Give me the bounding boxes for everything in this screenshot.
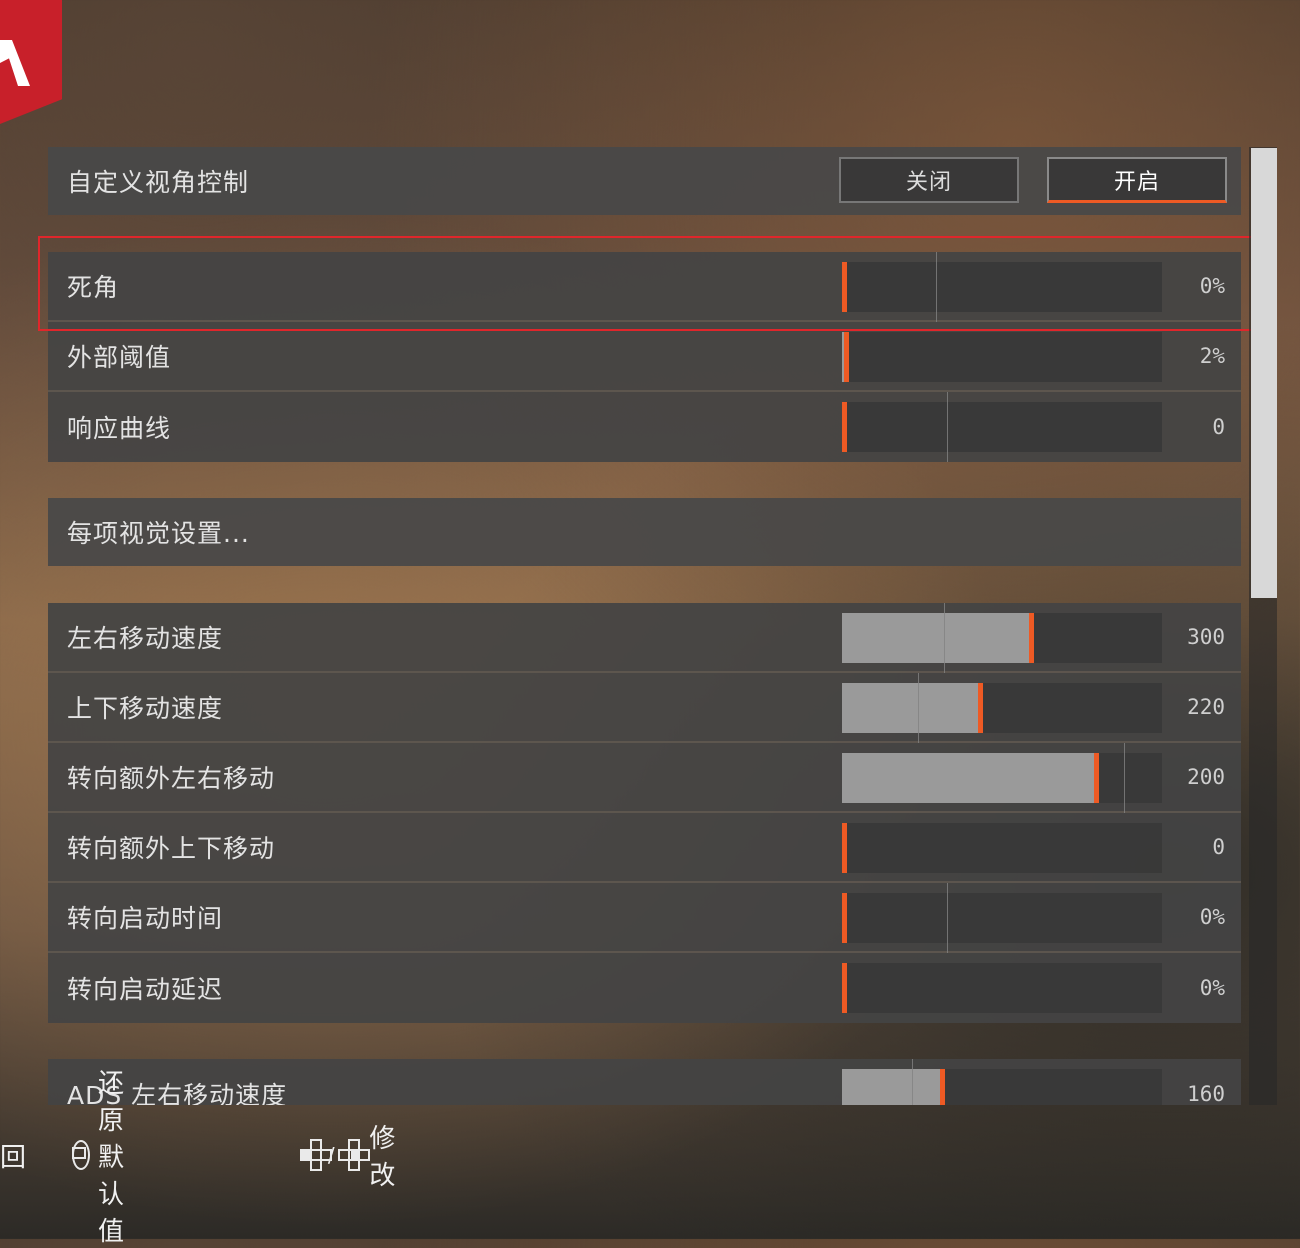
modify-hint[interactable]: / 修改 [300,1118,410,1192]
toggle-on-button[interactable]: 开启 [1047,157,1227,203]
setting-row-response-curve[interactable]: 响应曲线 0 [48,392,1241,462]
pitch-speed-slider[interactable] [842,673,1162,743]
setting-row-pitch-speed[interactable]: 上下移动速度 220 [48,673,1241,743]
slider-handle[interactable] [978,683,983,733]
per-weapon-settings-button[interactable]: 每项视觉设置... [48,498,1241,566]
setting-value: 160 [1187,1082,1225,1105]
setting-label: 转向额外上下移动 [67,834,276,863]
dpad-left-icon [300,1139,332,1171]
deadzone-slider[interactable] [842,252,1162,322]
setting-value: 2% [1199,344,1225,368]
default-tick [947,883,948,953]
setting-row-turn-ramp-delay[interactable]: 转向启动延迟 0% [48,953,1241,1023]
slider-handle[interactable] [842,262,847,312]
setting-row-turn-extra-yaw[interactable]: 转向额外左右移动 200 [48,743,1241,813]
default-tick [918,673,919,743]
default-tick [944,603,945,673]
reset-defaults-hint[interactable]: 还原默认值 [72,1063,136,1248]
slider-handle[interactable] [842,402,847,452]
setting-row-yaw-speed[interactable]: 左右移动速度 300 [48,603,1241,673]
turn-ramp-delay-slider[interactable] [842,963,1162,1013]
setting-label: 左右移动速度 [67,624,224,653]
back-label: 回 [0,1142,27,1173]
slider-fill [842,1069,942,1105]
reset-defaults-label: 还原默认值 [98,1068,125,1247]
toggle-off-button[interactable]: 关闭 [839,157,1019,203]
setting-label: 转向启动时间 [67,904,224,933]
modify-label: 修改 [369,1124,396,1191]
setting-value: 0 [1212,835,1225,859]
slider-handle[interactable] [842,823,847,873]
setting-label: 响应曲线 [67,414,172,443]
dpad-right-icon [337,1139,370,1171]
setting-value: 0% [1199,976,1225,1000]
outer-threshold-slider[interactable] [842,332,1162,382]
per-weapon-settings-label: 每项视觉设置... [67,519,250,548]
setting-label: 外部阈值 [67,343,172,372]
back-hint[interactable]: 回 [0,1137,26,1174]
turn-ramp-time-slider[interactable] [842,883,1162,953]
setting-row-deadzone[interactable]: 死角 0% [48,252,1241,322]
setting-row-ads-yaw-speed[interactable]: ADS 左右移动速度 160 [48,1059,1241,1105]
custom-look-controls-row: 自定义视角控制 关闭 开启 [48,147,1241,215]
setting-value: 220 [1187,695,1225,719]
slider-fill [842,613,1030,663]
setting-value: 0 [1212,415,1225,439]
slider-fill [842,753,1096,803]
ads-yaw-speed-slider[interactable] [842,1059,1162,1105]
scrollbar-thumb[interactable] [1251,148,1277,598]
setting-value: 0% [1199,905,1225,929]
response-curve-slider[interactable] [842,392,1162,462]
slider-fill [842,683,979,733]
turn-extra-yaw-slider[interactable] [842,743,1162,813]
default-tick [912,1059,913,1105]
turn-extra-pitch-slider[interactable] [842,823,1162,873]
slider-handle[interactable] [1029,613,1034,663]
slider-handle[interactable] [844,332,849,382]
setting-value: 200 [1187,765,1225,789]
slider-handle[interactable] [1094,753,1099,803]
setting-label: 上下移动速度 [67,694,224,723]
slider-handle[interactable] [842,963,847,1013]
setting-row-turn-ramp-time[interactable]: 转向启动时间 0% [48,883,1241,953]
default-tick [936,252,937,322]
setting-value: 300 [1187,625,1225,649]
setting-label: 转向额外左右移动 [67,764,276,793]
slider-handle[interactable] [940,1069,945,1105]
yaw-speed-slider[interactable] [842,603,1162,673]
settings-list: 自定义视角控制 关闭 开启 死角 0% 外部阈值 2% 响应曲线 0 每项视觉设… [0,0,1300,1105]
setting-label: 转向启动延迟 [67,975,224,1004]
setting-row-turn-extra-pitch[interactable]: 转向额外上下移动 0 [48,813,1241,883]
slider-handle[interactable] [842,893,847,943]
default-tick [1124,743,1125,813]
default-tick [947,392,948,462]
custom-look-controls-label: 自定义视角控制 [67,168,250,197]
setting-value: 0% [1199,274,1225,298]
view-button-icon [72,1140,90,1170]
setting-row-outer-threshold[interactable]: 外部阈值 2% [48,322,1241,392]
setting-label: 死角 [67,273,120,302]
